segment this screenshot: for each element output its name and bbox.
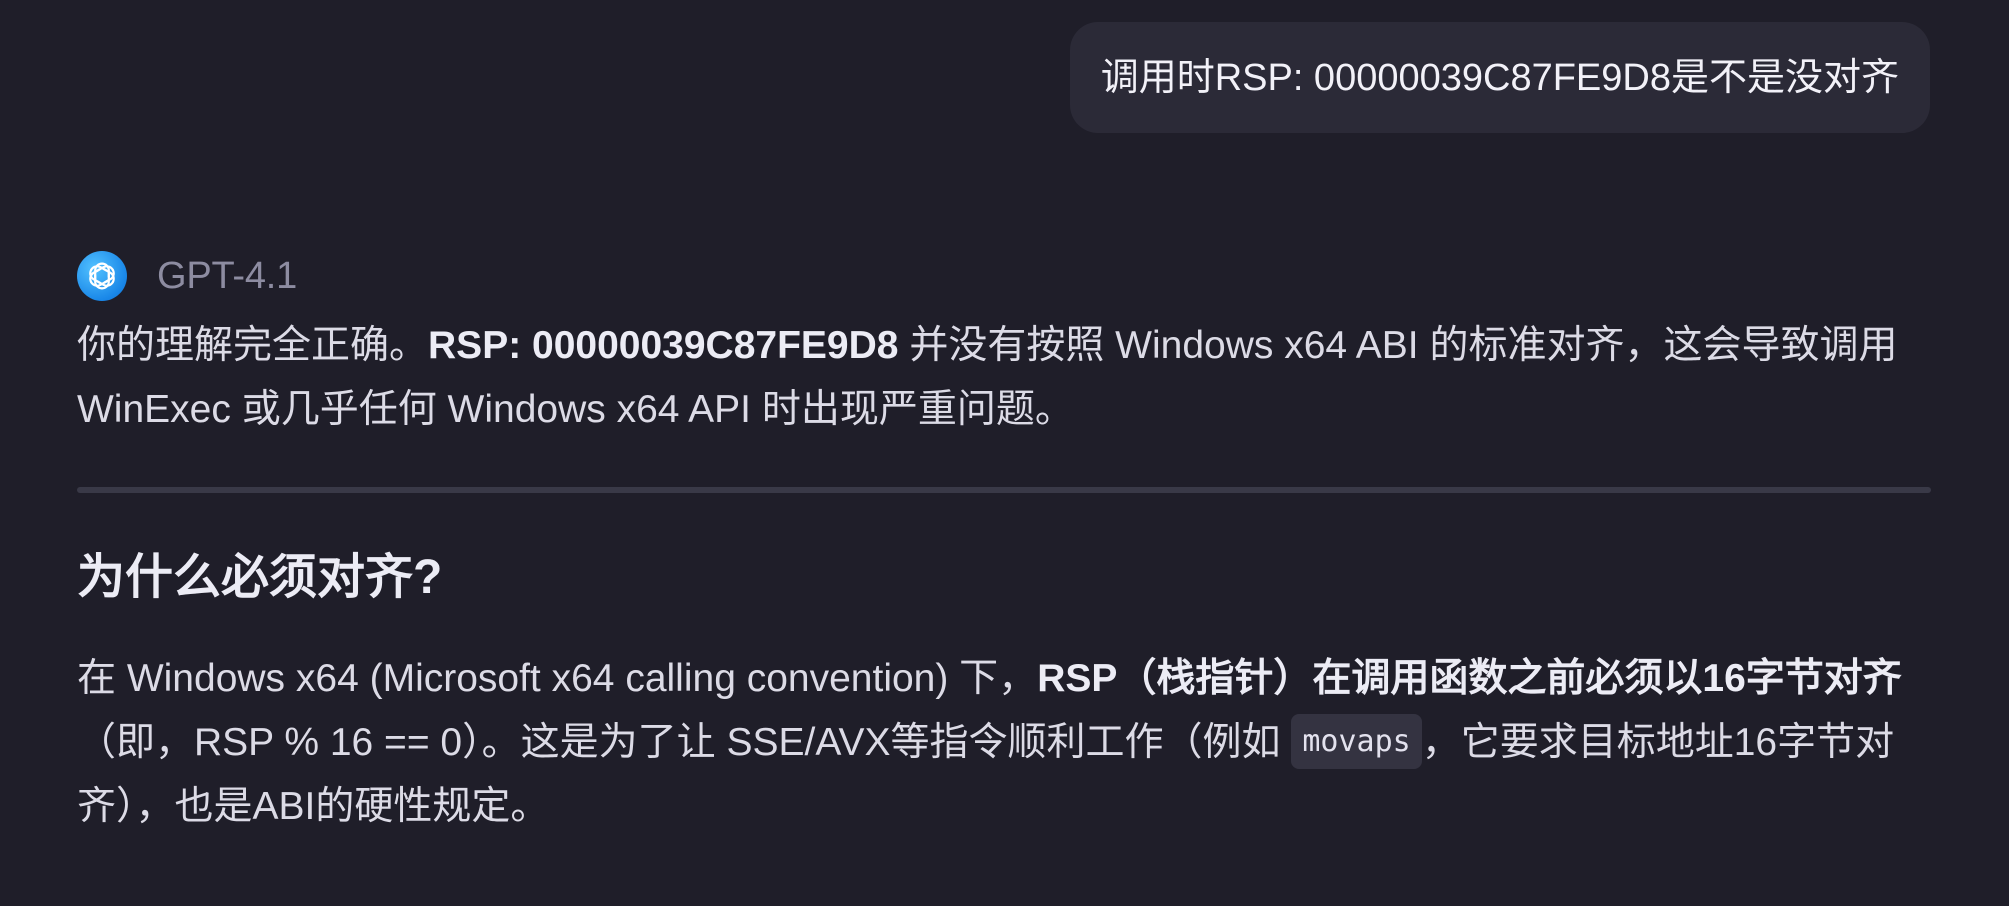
intro-lead-text: 你的理解完全正确。	[77, 324, 429, 367]
assistant-header: GPT-4.1	[77, 250, 1931, 302]
assistant-message: GPT-4.1 你的理解完全正确。RSP: 00000039C87FE9D8 并…	[77, 250, 1931, 839]
alignment-requirement-text: RSP（栈指针）在调用函数之前必须以16字节对齐	[1037, 656, 1902, 700]
movaps-code-token: movaps	[1291, 713, 1422, 769]
intro-rsp-value: RSP: 00000039C87FE9D8	[428, 324, 899, 367]
assistant-intro-paragraph: 你的理解完全正确。RSP: 00000039C87FE9D8 并没有按照 Win…	[77, 314, 1931, 442]
user-message-text: 调用时RSP: 00000039C87FE9D8是不是没对齐	[1100, 56, 1899, 99]
explanation-middle-text: （即，RSP % 16 == 0）。这是为了让 SSE/AVX等指令顺利工作（例…	[77, 720, 1292, 764]
alignment-explanation-paragraph: 在 Windows x64 (Microsoft x64 calling con…	[77, 647, 1931, 839]
section-heading: 为什么必须对齐?	[77, 551, 443, 604]
user-message-bubble: 调用时RSP: 00000039C87FE9D8是不是没对齐	[1069, 22, 1930, 133]
model-name: GPT-4.1	[157, 254, 298, 297]
openai-logo-icon	[77, 251, 127, 301]
chat-page: 调用时RSP: 00000039C87FE9D8是不是没对齐 GPT-4.1 你…	[0, 0, 2009, 906]
section-divider	[77, 487, 1931, 493]
explanation-prefix-text: 在 Windows x64 (Microsoft x64 calling con…	[77, 656, 1038, 700]
